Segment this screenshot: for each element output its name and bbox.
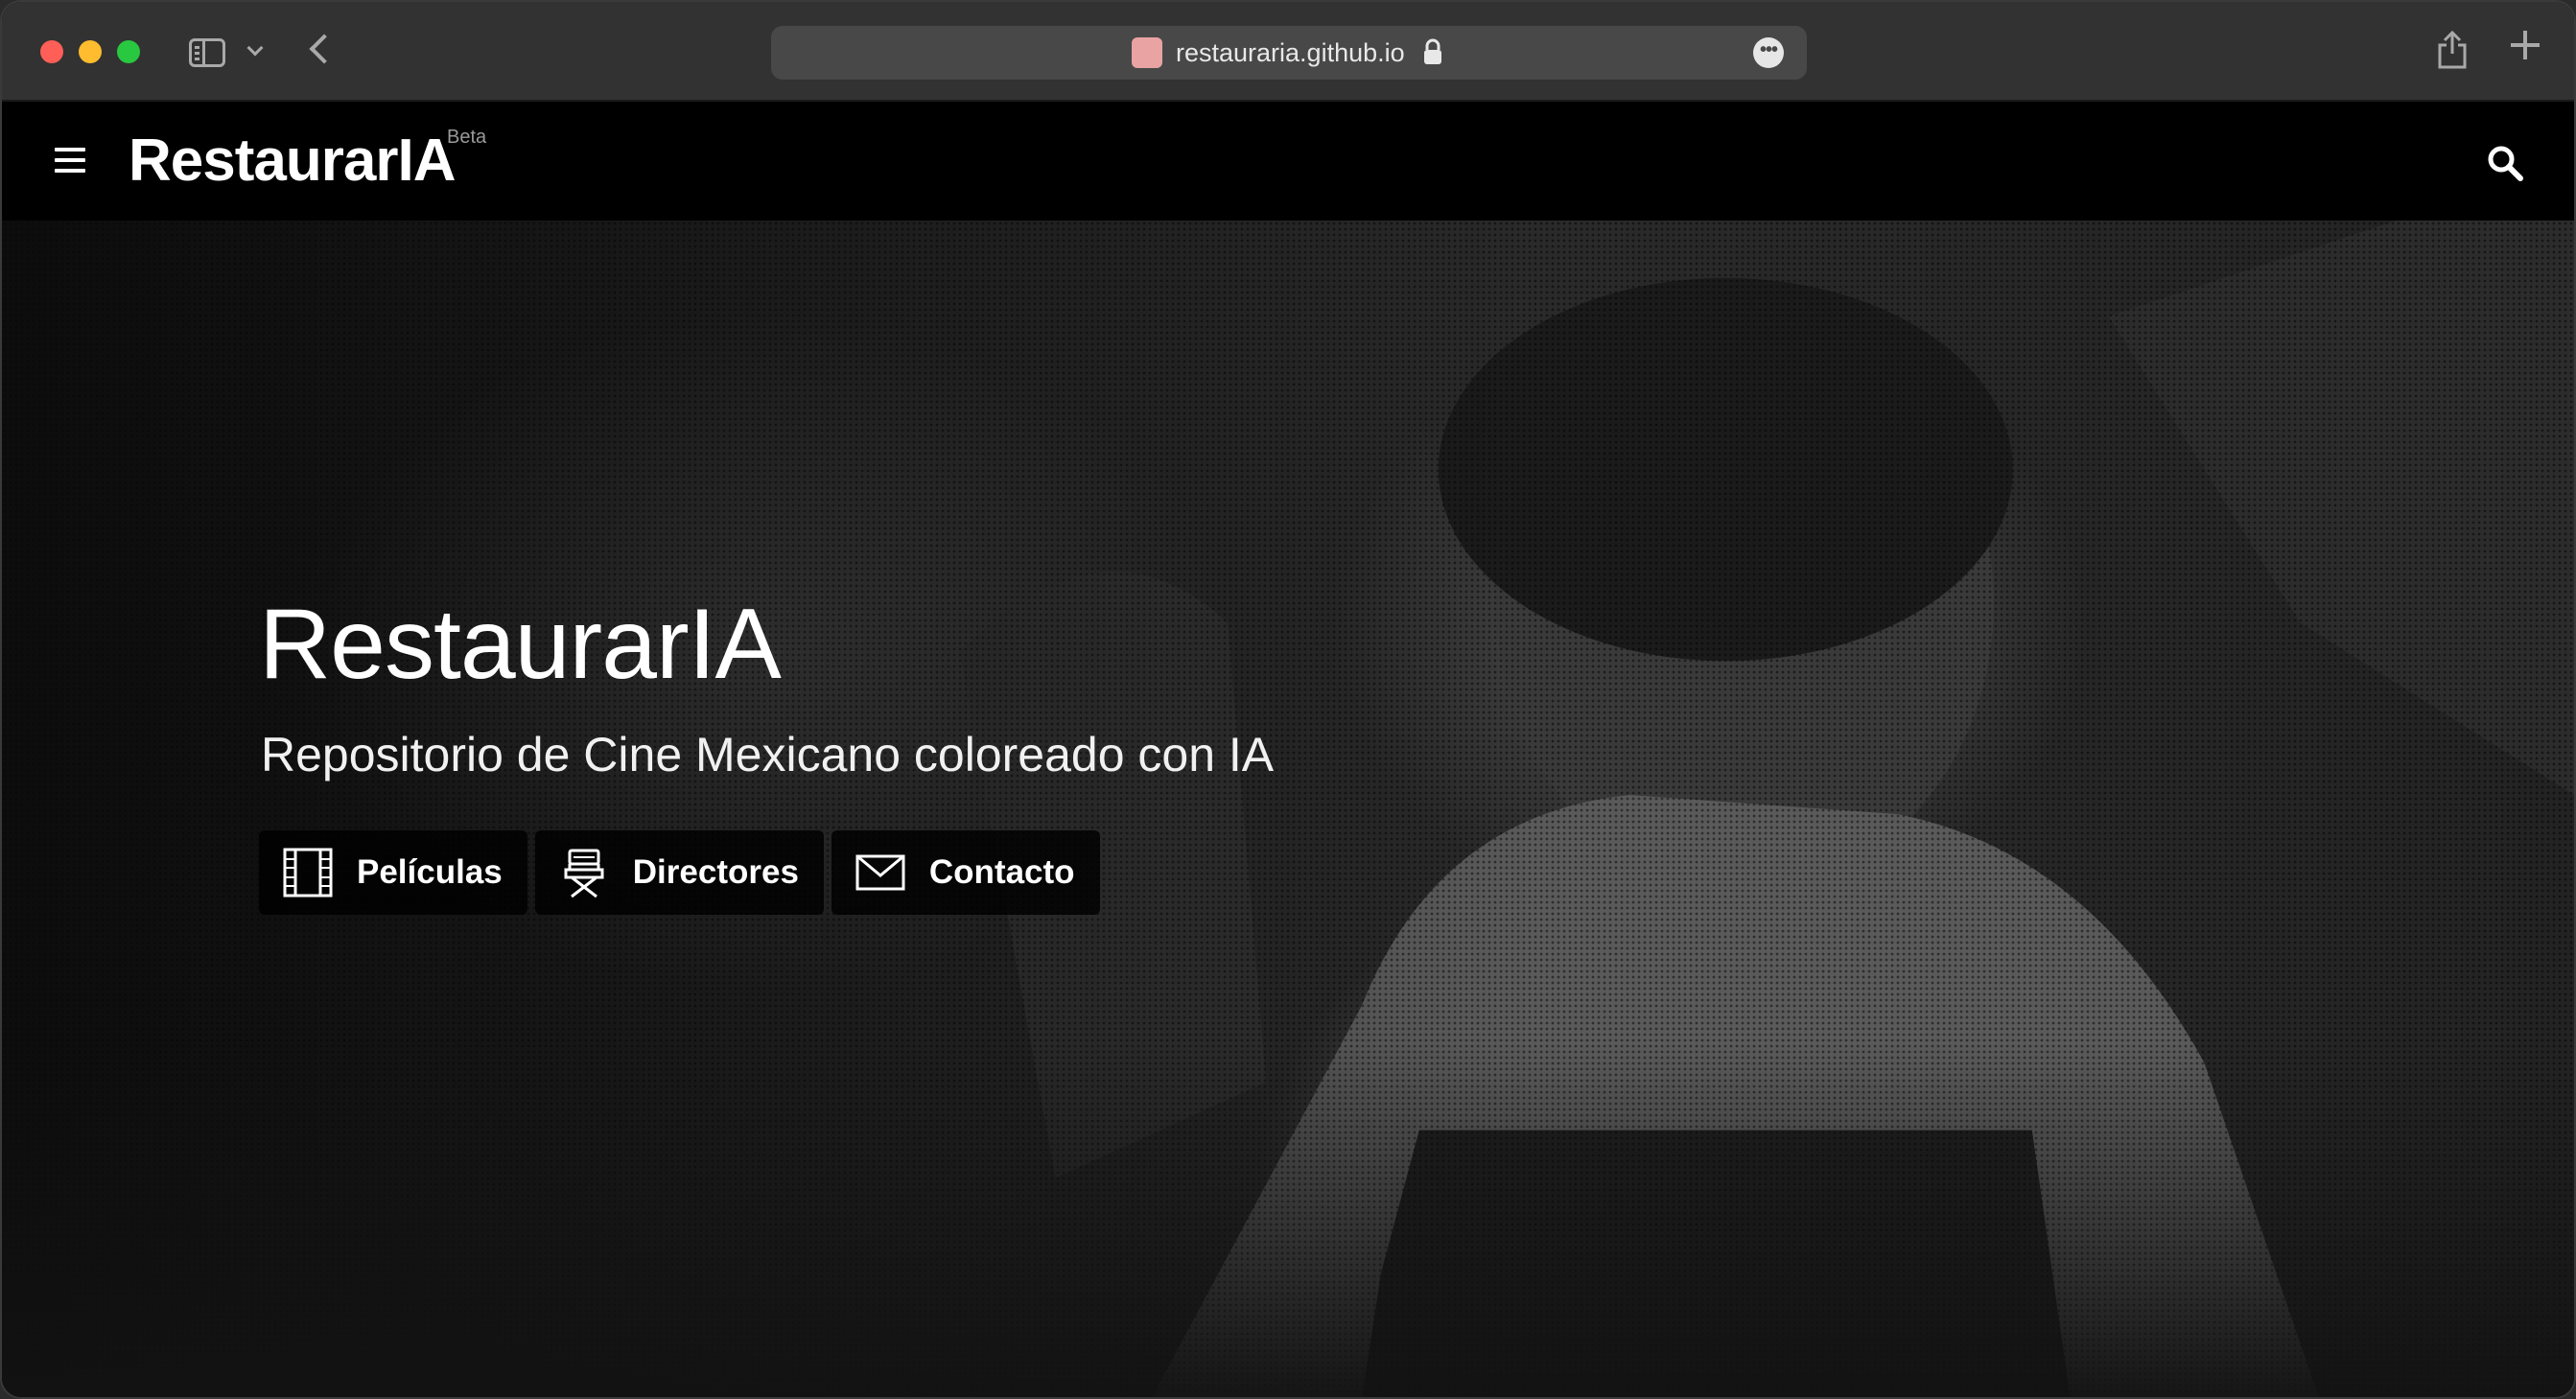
- url-text: restauraria.github.io: [1176, 38, 1405, 67]
- hero-subtitle: Repositorio de Cine Mexicano coloreado c…: [261, 728, 1275, 781]
- menu-icon[interactable]: [55, 148, 85, 173]
- zoom-window-button[interactable]: [117, 40, 140, 63]
- address-bar[interactable]: restauraria.github.io •••: [771, 26, 1807, 80]
- site-logo[interactable]: RestaurarIA: [129, 127, 456, 195]
- share-icon[interactable]: [2436, 31, 2469, 69]
- chevron-down-icon[interactable]: [246, 39, 264, 57]
- directores-button-label: Directores: [632, 853, 799, 891]
- peliculas-button[interactable]: Películas: [259, 830, 527, 915]
- close-window-button[interactable]: [40, 40, 63, 63]
- back-button[interactable]: [309, 34, 340, 64]
- site-favicon-icon: [1132, 37, 1162, 68]
- page-options-icon[interactable]: •••: [1753, 37, 1784, 68]
- film-strip-icon: [283, 848, 333, 898]
- site-navbar: RestaurarIA Beta: [2, 102, 2574, 221]
- director-chair-icon: [564, 849, 604, 898]
- hero-button-group: Películas Directores Contacto: [259, 830, 1100, 915]
- beta-badge: Beta: [447, 127, 487, 148]
- sidebar-toggle-icon[interactable]: [189, 38, 225, 67]
- contacto-button-label: Contacto: [928, 853, 1075, 891]
- contacto-button[interactable]: Contacto: [831, 830, 1100, 915]
- hero-title: RestaurarIA: [259, 589, 782, 700]
- minimize-window-button[interactable]: [79, 40, 102, 63]
- directores-button[interactable]: Directores: [534, 830, 824, 915]
- envelope-icon: [855, 854, 905, 891]
- search-icon[interactable]: [2486, 144, 2524, 182]
- browser-window: restauraria.github.io ••• RestaurarIA Be…: [0, 0, 2576, 1399]
- hero-gradient-overlay: [2, 221, 2574, 1397]
- new-tab-icon[interactable]: [2511, 31, 2540, 59]
- browser-toolbar: restauraria.github.io •••: [2, 2, 2574, 102]
- peliculas-button-label: Películas: [357, 853, 503, 891]
- hero-section: RestaurarIA Repositorio de Cine Mexicano…: [2, 221, 2574, 1397]
- lock-icon: [1424, 38, 1441, 64]
